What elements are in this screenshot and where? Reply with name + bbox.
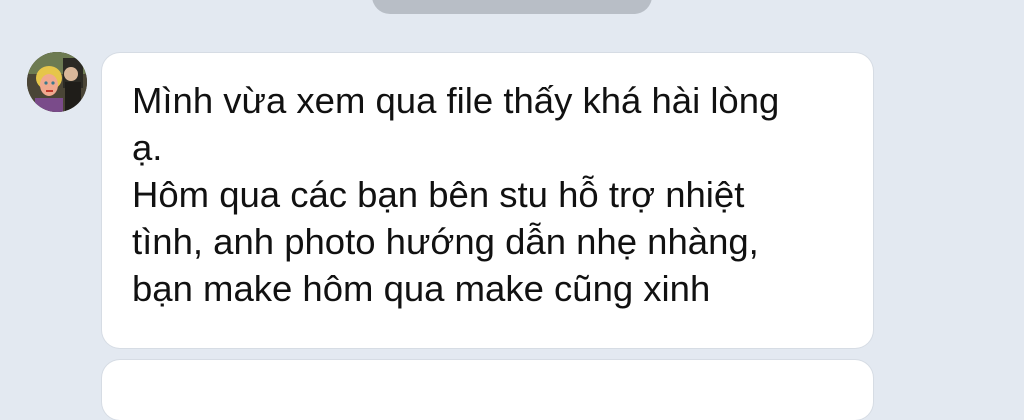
message-line: Mình vừa xem qua file thấy khá hài lòng (132, 80, 780, 121)
message-line: tình, anh photo hướng dẫn nhẹ nhàng, (132, 221, 759, 262)
message-bubble[interactable]: Mình vừa xem qua file thấy khá hài lòng … (102, 53, 873, 348)
avatar-portrait-icon (27, 52, 87, 112)
sender-avatar[interactable] (27, 52, 87, 112)
message-line: Hôm qua các bạn bên stu hỗ trợ nhiệt (132, 174, 745, 215)
next-message-bubble[interactable] (102, 360, 873, 420)
message-line: bạn make hôm qua make cũng xinh (132, 268, 711, 309)
message-line: ạ. (132, 127, 163, 168)
date-divider-pill (372, 0, 652, 14)
